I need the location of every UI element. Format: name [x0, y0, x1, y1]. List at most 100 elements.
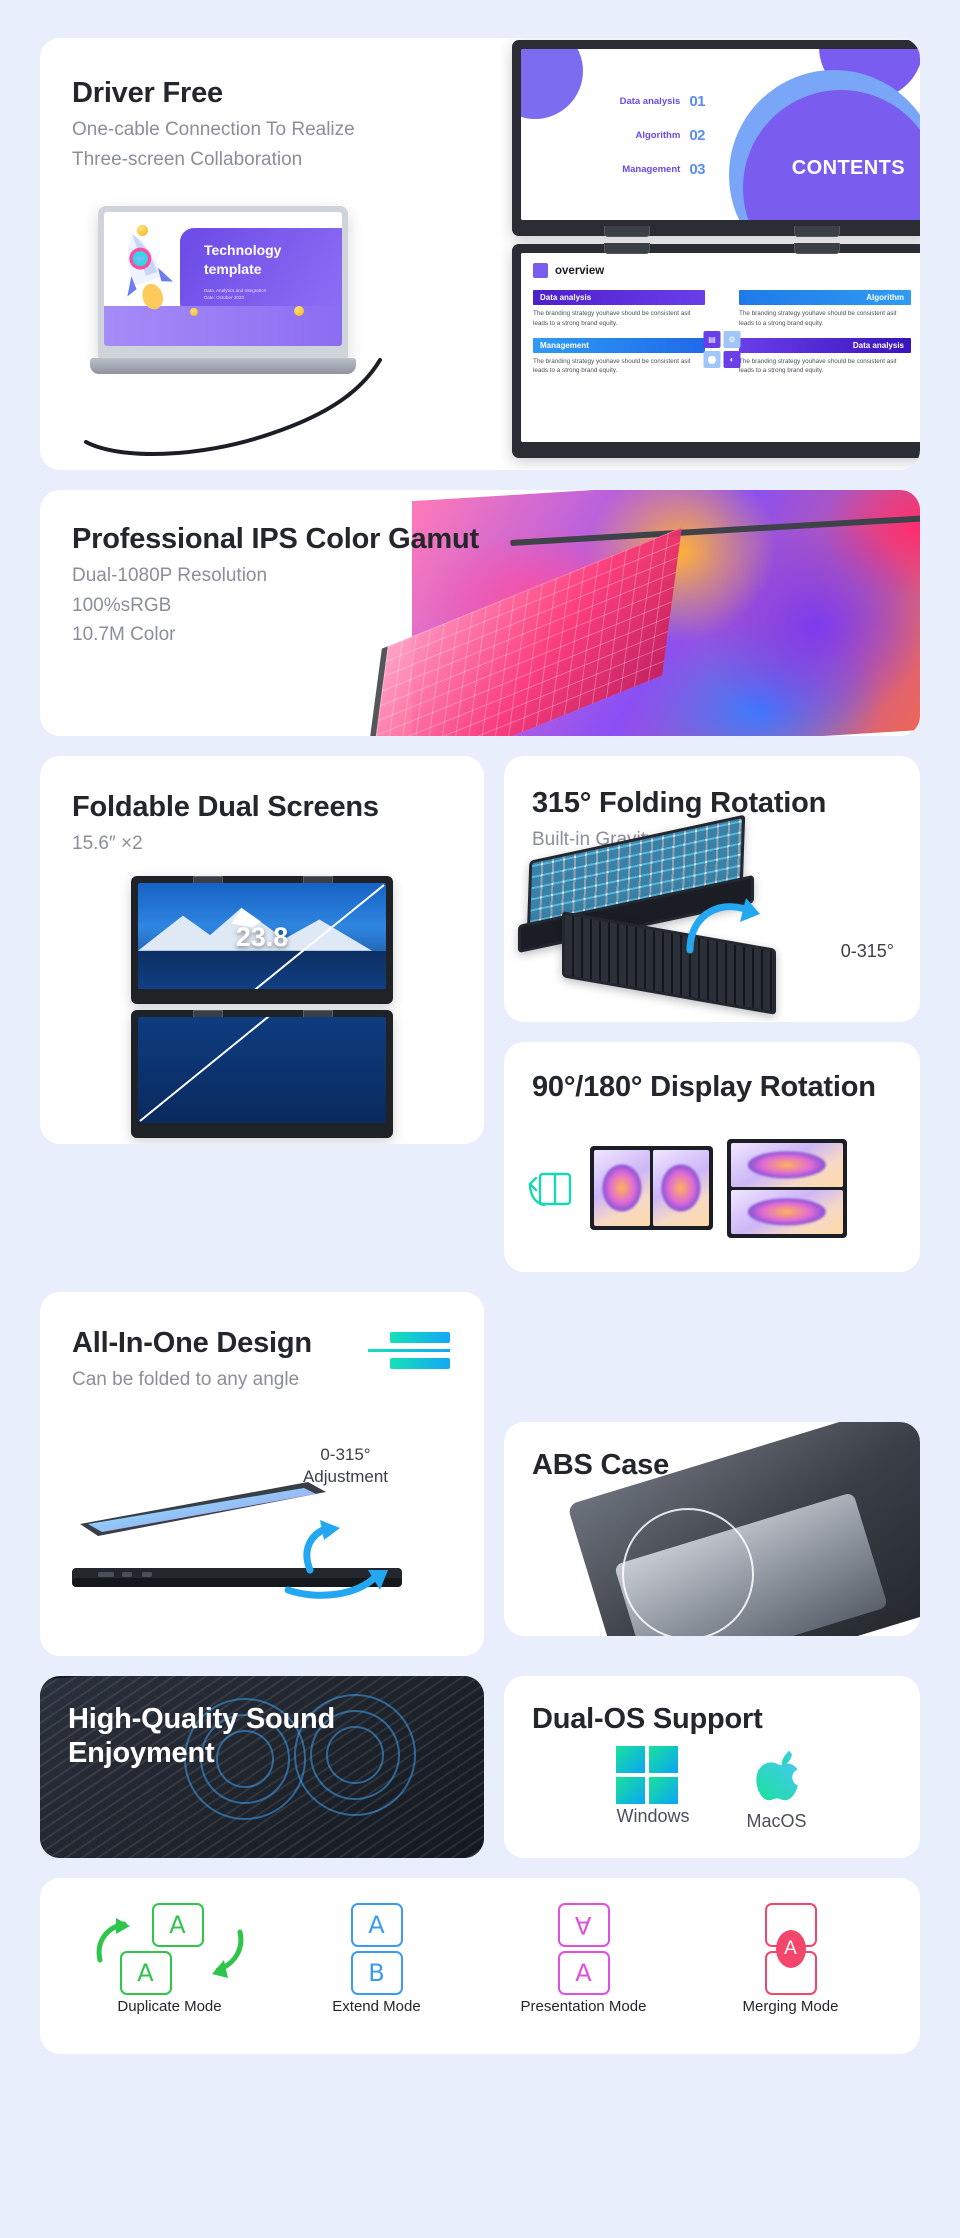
- display-rotation-illustration: [528, 1130, 900, 1246]
- foldable-bottom-screen: [131, 1010, 393, 1138]
- product-feature-page: Driver Free One-cable Connection To Real…: [0, 0, 960, 2238]
- card-driver-free: Driver Free One-cable Connection To Real…: [40, 38, 920, 470]
- feature-row-design: All-In-One Design Can be folded to any a…: [40, 1292, 920, 1656]
- apple-logo-icon: [755, 1750, 798, 1801]
- ips-text-block: Professional IPS Color Gamut Dual-1080P …: [72, 522, 479, 648]
- mode-merging: A Merging Mode: [701, 1903, 881, 2015]
- laptop-illustration: Technology template Data, Analytics and …: [90, 206, 358, 374]
- all-in-one-subtitle: Can be folded to any angle: [72, 1369, 300, 1391]
- laptop-screen: Technology template Data, Analytics and …: [104, 212, 342, 346]
- presentation-screens: A A: [557, 1903, 610, 1995]
- mode-extend: A B Extend Mode: [287, 1903, 467, 2015]
- folder-icon: ▤: [703, 330, 721, 348]
- screen-wallpaper-top: 23.8: [138, 883, 386, 989]
- monitor-hinge-tab: [794, 226, 840, 237]
- gear-icon: ⚙: [723, 330, 741, 348]
- card-abs-case: ABS Case: [504, 1422, 920, 1636]
- fold-layer-bottom: [390, 1358, 450, 1369]
- external-dual-monitor: Data analysis 01 Algorithm 02 Management…: [512, 38, 920, 470]
- design-right-column: ABS Case: [504, 1292, 920, 1656]
- sound-title-line1: High-Quality Sound: [68, 1703, 336, 1735]
- overview-block-heading: Data analysis: [533, 290, 705, 305]
- mode-label-merging: Merging Mode: [742, 1998, 839, 2015]
- driver-free-title: Driver Free: [72, 77, 223, 109]
- portrait-dual-display: [590, 1146, 713, 1230]
- dual-os-text-block: Dual-OS Support: [504, 1676, 920, 1736]
- foldable-text-block: Foldable Dual Screens 15.6″ ×2: [40, 756, 484, 857]
- duplicate-screens: A A: [119, 1903, 204, 1995]
- display-rotation-title: 90°/180° Display Rotation: [532, 1071, 876, 1103]
- overview-center-icons: ▤ ⚙ ⬤ ◐: [703, 330, 741, 368]
- ips-spec-color: 10.7M Color: [72, 624, 176, 646]
- screen-glyph-top: A: [151, 1903, 204, 1947]
- fold-layer-middle: [368, 1349, 450, 1352]
- laptop-slide-meta-line1: Data, Analytics and Integration: [203, 288, 267, 294]
- screen-wallpaper-bottom: [138, 1017, 386, 1123]
- overview-block: Data analysis The branding strategy youh…: [739, 337, 911, 377]
- all-in-one-text-block: All-In-One Design Can be folded to any a…: [40, 1292, 484, 1393]
- card-display-rotation: 90°/180° Display Rotation: [504, 1042, 920, 1272]
- overview-block-body: The branding strategy youhave should be …: [533, 310, 691, 327]
- adjust-angle-value: 0-315°: [320, 1445, 371, 1464]
- card-dual-os-support: Dual-OS Support Windows MacOS: [504, 1676, 920, 1858]
- mode-label-extend: Extend Mode: [332, 1998, 421, 2015]
- driver-free-subtitle-line1: One-cable Connection To Realize: [72, 119, 355, 141]
- folding-315-illustration: [518, 814, 848, 1018]
- card-foldable-dual-screens: Foldable Dual Screens 15.6″ ×2 23.8: [40, 756, 484, 1144]
- slide-contents: Data analysis 01 Algorithm 02 Management…: [521, 49, 920, 220]
- toc-item-label: Algorithm: [635, 130, 681, 141]
- extend-screens: A B: [350, 1903, 403, 1995]
- folding-315-angle-label: 0-315°: [840, 941, 894, 961]
- overview-block-body: The branding strategy youhave should be …: [739, 357, 897, 375]
- extend-mode-icon: A B: [287, 1903, 467, 1995]
- card-high-quality-sound: High-Quality Sound Enjoyment: [40, 1676, 484, 1858]
- toc-item-number: 01: [689, 93, 705, 110]
- bell-icon: ⬤: [703, 350, 721, 368]
- slide-toc-list: Data analysis 01 Algorithm 02 Management…: [555, 93, 706, 195]
- driver-free-text-block: Driver Free One-cable Connection To Real…: [72, 76, 355, 172]
- fold-layers-icon: [368, 1332, 450, 1369]
- laptop-slide-title-line2: template: [203, 260, 262, 277]
- screen-glyph-top: A: [557, 1903, 610, 1947]
- screen-glyph-top: A: [350, 1903, 403, 1947]
- os-item-macos: MacOS: [746, 1746, 808, 1832]
- folding-315-title: 315° Folding Rotation: [532, 787, 827, 819]
- slide-overview: overview Data analysis The branding stra…: [521, 253, 920, 442]
- monitor-bottom-panel: overview Data analysis The branding stra…: [512, 243, 920, 458]
- display-panel: [731, 1189, 843, 1234]
- toc-item-number: 02: [689, 127, 705, 144]
- duplicate-arrow-left-icon: [96, 1918, 130, 1963]
- display-panel: [731, 1142, 843, 1187]
- rotate-layout-icon: [528, 1172, 572, 1207]
- foldable-subtitle: 15.6″ ×2: [72, 833, 143, 855]
- screen-glyph-bottom: B: [350, 1951, 403, 1995]
- overview-bullet-icon: [533, 263, 548, 278]
- rotation-arrow-icon: [686, 898, 760, 954]
- display-modes-row: A A Duplicate Mode A B Extend Mode A A P…: [40, 1878, 920, 2015]
- dual-os-title: Dual-OS Support: [532, 1703, 763, 1735]
- monitor-bottom-screen: overview Data analysis The branding stra…: [521, 253, 920, 442]
- mode-duplicate: A A Duplicate Mode: [80, 1903, 260, 2015]
- foldable-monitor-illustration: 23.8: [131, 876, 393, 1144]
- overview-block-body: The branding strategy youhave should be …: [739, 310, 897, 327]
- duplicate-arrow-right-icon: [211, 1929, 243, 1978]
- abs-case-text-block: ABS Case: [504, 1422, 920, 1482]
- toc-item: Algorithm 02: [555, 127, 705, 144]
- mode-label-duplicate: Duplicate Mode: [117, 1998, 222, 2015]
- ips-spec-srgb: 100%sRGB: [72, 594, 172, 616]
- overview-block: Algorithm The branding strategy youhave …: [739, 290, 911, 329]
- driver-free-subtitle-line2: Three-screen Collaboration: [72, 148, 303, 170]
- presentation-mode-icon: A A: [494, 1903, 674, 1995]
- feature-row-foldable: Foldable Dual Screens 15.6″ ×2 23.8 315°…: [40, 756, 920, 1272]
- overview-block-heading: Algorithm: [739, 290, 911, 305]
- foldable-top-screen: 23.8: [131, 876, 393, 1004]
- card-315-folding-rotation: 315° Folding Rotation Built-in Gravity S…: [504, 756, 920, 1022]
- card-all-in-one-design: All-In-One Design Can be folded to any a…: [40, 1292, 484, 1656]
- os-logo-row: Windows MacOS: [504, 1746, 920, 1832]
- card-display-modes: A A Duplicate Mode A B Extend Mode A A P…: [40, 1878, 920, 2054]
- overview-block: Management The branding strategy youhave…: [533, 337, 705, 377]
- abs-case-title: ABS Case: [532, 1449, 670, 1481]
- overview-block-heading: Management: [533, 337, 705, 353]
- os-name-macos: MacOS: [746, 1811, 807, 1832]
- toc-item-label: Data analysis: [619, 96, 681, 107]
